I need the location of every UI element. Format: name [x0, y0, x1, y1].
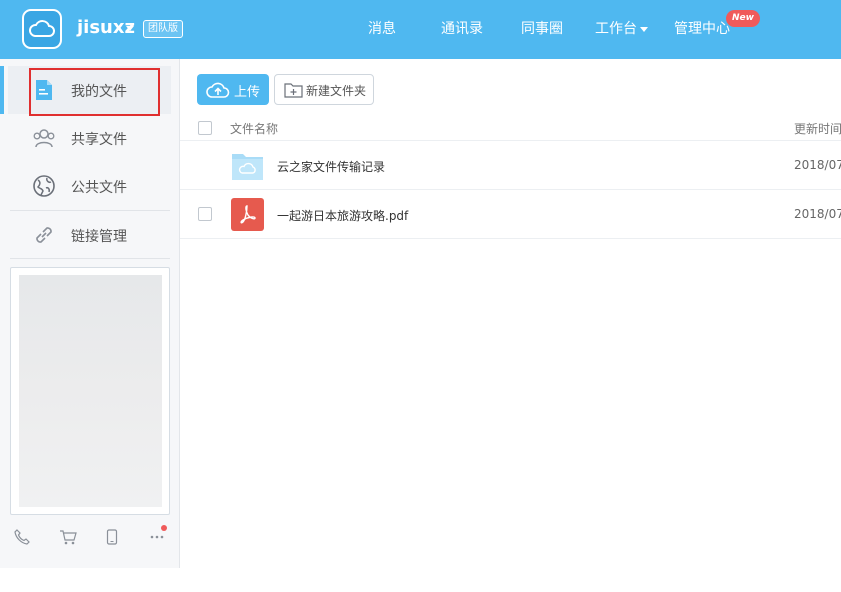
globe-icon	[33, 175, 55, 197]
new-folder-icon	[284, 83, 303, 98]
file-name[interactable]: 一起游日本旅游攻略.pdf	[277, 207, 408, 224]
nav-contacts[interactable]: 通讯录	[441, 19, 483, 39]
top-bar: jisuxz 团队版 消息 通讯录 同事圈 工作台 管理中心 New	[0, 0, 841, 59]
column-name-header[interactable]: 文件名称	[230, 120, 278, 137]
table-row[interactable]: 云之家文件传输记录 2018/07	[180, 141, 841, 190]
sidebar-item-label: 共享文件	[71, 132, 127, 148]
new-folder-label: 新建文件夹	[306, 84, 367, 98]
cart-icon[interactable]	[56, 526, 80, 548]
table-header: 文件名称 更新时间	[180, 115, 841, 141]
nav-workbench[interactable]: 工作台	[595, 19, 648, 39]
sidebar-item-label: 公共文件	[71, 180, 127, 196]
column-time-header[interactable]: 更新时间	[794, 120, 841, 137]
file-name[interactable]: 云之家文件传输记录	[277, 158, 385, 175]
notification-dot	[161, 525, 167, 531]
link-icon	[36, 227, 52, 243]
new-folder-button[interactable]: 新建文件夹	[274, 74, 374, 105]
nav-messages[interactable]: 消息	[368, 19, 396, 39]
preview-image	[19, 275, 162, 507]
new-badge: New	[726, 10, 760, 27]
preview-card	[10, 267, 170, 515]
sidebar-item-shared-files[interactable]: 共享文件	[8, 114, 171, 162]
cloud-upload-icon	[206, 82, 230, 98]
select-all-checkbox[interactable]	[198, 121, 212, 135]
file-time: 2018/07	[794, 207, 841, 221]
team-edition-badge: 团队版	[143, 20, 183, 38]
nav-colleague-circle[interactable]: 同事圈	[521, 19, 563, 39]
highlight-box	[29, 68, 160, 116]
cloud-logo-icon[interactable]	[22, 9, 62, 49]
sidebar-divider	[10, 258, 170, 259]
table-row[interactable]: 一起游日本旅游攻略.pdf 2018/07	[180, 190, 841, 239]
sidebar-item-public-files[interactable]: 公共文件	[8, 162, 171, 210]
row-checkbox[interactable]	[198, 207, 212, 221]
pdf-icon	[231, 198, 264, 231]
folder-icon	[232, 154, 263, 180]
file-time: 2018/07	[794, 158, 841, 172]
nav-workbench-label: 工作台	[595, 21, 637, 37]
nav-admin-center[interactable]: 管理中心	[674, 19, 730, 39]
users-icon	[33, 129, 55, 148]
chevron-down-icon[interactable]	[126, 26, 134, 31]
upload-label: 上传	[234, 85, 261, 100]
sidebar-item-link-management[interactable]: 链接管理	[8, 211, 171, 259]
mobile-icon[interactable]	[100, 526, 124, 548]
chevron-down-icon	[640, 26, 648, 32]
phone-icon[interactable]	[10, 526, 34, 548]
sidebar-item-label: 链接管理	[71, 229, 127, 245]
upload-button[interactable]: 上传	[197, 74, 269, 105]
active-indicator	[0, 66, 4, 114]
